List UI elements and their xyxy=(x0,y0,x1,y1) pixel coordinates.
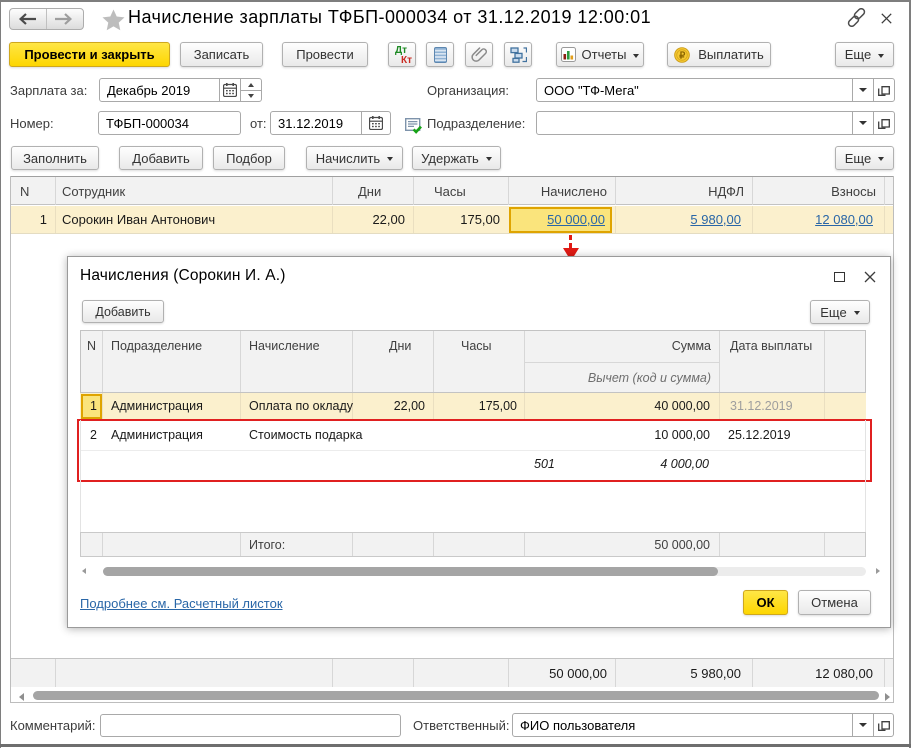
svg-text:₽: ₽ xyxy=(680,49,686,60)
